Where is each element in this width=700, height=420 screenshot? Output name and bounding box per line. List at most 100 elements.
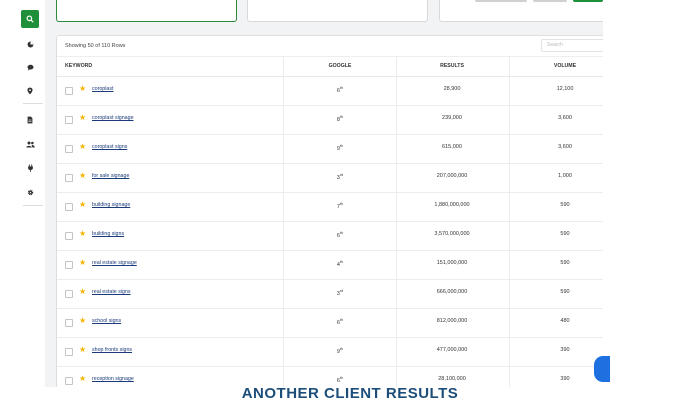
keyword-link[interactable]: reception signage [92,376,134,382]
search-volume: 590 [560,231,570,237]
google-position: 8th [336,115,344,123]
table-row: ★ shop fronts signs 9th 477,000,000 390 [57,337,603,367]
sidebar-item-locations[interactable] [21,85,39,97]
sidebar-item-messages[interactable] [21,61,39,73]
keyword-link[interactable]: school signs [92,318,121,324]
summary-card[interactable] [247,0,428,22]
results-count: 615,000 [442,144,462,150]
table-row: ★ school signs 6th 812,000,000 480 [57,308,603,338]
keyword-link[interactable]: building signs [92,231,124,237]
column-header-results[interactable]: RESULTS [417,63,487,69]
keyword-link[interactable]: coroplast [92,86,114,92]
summary-card-active[interactable] [56,0,237,22]
keyword-link[interactable]: for sale signage [92,173,129,179]
search-volume: 480 [560,318,570,324]
row-count-text: Showing 50 of 110 Rows [65,43,126,49]
row-checkbox[interactable] [65,145,73,153]
row-checkbox[interactable] [65,290,73,298]
search-volume: 3,600 [558,115,572,121]
summary-card[interactable] [439,0,603,22]
row-checkbox[interactable] [65,261,73,269]
results-count: 3,570,000,000 [434,231,470,237]
primary-action-button[interactable] [573,0,603,2]
location-pin-icon [27,87,33,95]
results-count: 477,000,000 [436,347,468,353]
results-count: 28,900 [443,86,461,92]
star-icon[interactable]: ★ [79,316,86,326]
star-icon[interactable]: ★ [79,229,86,239]
star-icon[interactable]: ★ [79,200,86,210]
row-checkbox[interactable] [65,232,73,240]
star-icon[interactable]: ★ [79,113,86,123]
google-position: 6th [336,318,344,326]
table-row: ★ for sale signage 3rd 207,000,000 1,000 [57,163,603,193]
toolbar-button[interactable] [475,0,527,2]
keyword-link[interactable]: shop fronts signs [92,347,132,353]
results-count: 812,000,000 [436,318,468,324]
table-row: ★ coroplast signs 9th 615,000 3,600 [57,134,603,164]
google-position: 6th [336,86,344,94]
results-count: 151,000,000 [436,260,468,266]
google-position: 6th [336,231,344,239]
table-row: ★ real estate signage 4th 151,000,000 590 [57,250,603,280]
star-icon[interactable]: ★ [79,345,86,355]
keyword-link[interactable]: real estate signage [92,260,137,266]
google-position: 3rd [336,173,344,181]
star-icon[interactable]: ★ [79,374,86,384]
keyword-table-panel: Showing 50 of 110 Rows Search KEYWORD GO… [56,35,603,387]
google-position: 6th [336,376,344,384]
row-checkbox[interactable] [65,174,73,182]
table-row: ★ reception signage 6th 28,100,000 390 [57,366,603,387]
search-input[interactable]: Search [541,39,603,52]
table-row: ★ building signs 6th 3,570,000,000 590 [57,221,603,251]
column-header-google[interactable]: GOOGLE [315,63,365,69]
google-position: 9th [336,347,344,355]
row-checkbox[interactable] [65,87,73,95]
star-icon[interactable]: ★ [79,171,86,181]
keyword-link[interactable]: coroplast signage [92,115,134,121]
sidebar-item-reports[interactable] [21,38,39,50]
sidebar-item-search[interactable] [21,10,39,28]
table-row: ★ real estate signs 3rd 666,000,000 590 [57,279,603,309]
google-position: 9th [336,144,344,152]
row-checkbox[interactable] [65,203,73,211]
sidebar-item-integrations[interactable] [21,162,39,174]
star-icon[interactable]: ★ [79,287,86,297]
results-count: 1,880,000,000 [434,202,470,208]
table-row: ★ coroplast 6th 28,900 12,100 [57,76,603,106]
toolbar-button[interactable] [533,0,567,2]
keyword-link[interactable]: building signage [92,202,130,208]
keyword-link[interactable]: coroplast signs [92,144,127,150]
results-count: 666,000,000 [436,289,468,295]
star-icon[interactable]: ★ [79,84,86,94]
table-row: ★ building signage 7th 1,880,000,000 590 [57,192,603,222]
main-content: Showing 50 of 110 Rows Search KEYWORD GO… [45,0,603,387]
sidebar [21,0,46,387]
search-volume: 1,000 [558,173,572,179]
star-icon[interactable]: ★ [79,142,86,152]
row-checkbox[interactable] [65,319,73,327]
sidebar-item-documents[interactable] [21,114,39,126]
sidebar-item-users[interactable] [21,138,39,150]
search-volume: 12,100 [556,86,574,92]
search-volume: 3,600 [558,144,572,150]
search-volume: 590 [560,202,570,208]
star-icon[interactable]: ★ [79,258,86,268]
caption: ANOTHER CLIENT RESULTS [241,385,459,402]
sidebar-divider [23,205,43,206]
column-header-volume[interactable]: VOLUME [535,63,595,69]
row-checkbox[interactable] [65,116,73,124]
google-position: 7th [336,202,344,210]
table-header: KEYWORD GOOGLE RESULTS VOLUME [57,56,603,77]
users-icon [25,141,35,147]
row-checkbox[interactable] [65,348,73,356]
search-volume: 390 [560,376,570,382]
column-header-keyword[interactable]: KEYWORD [65,63,92,69]
sidebar-divider [23,103,43,104]
google-position: 4th [336,260,344,268]
row-checkbox[interactable] [65,377,73,385]
sidebar-item-settings[interactable] [21,186,39,198]
keyword-link[interactable]: real estate signs [92,289,131,295]
chat-widget-button[interactable] [594,356,610,382]
plug-icon [27,164,33,172]
